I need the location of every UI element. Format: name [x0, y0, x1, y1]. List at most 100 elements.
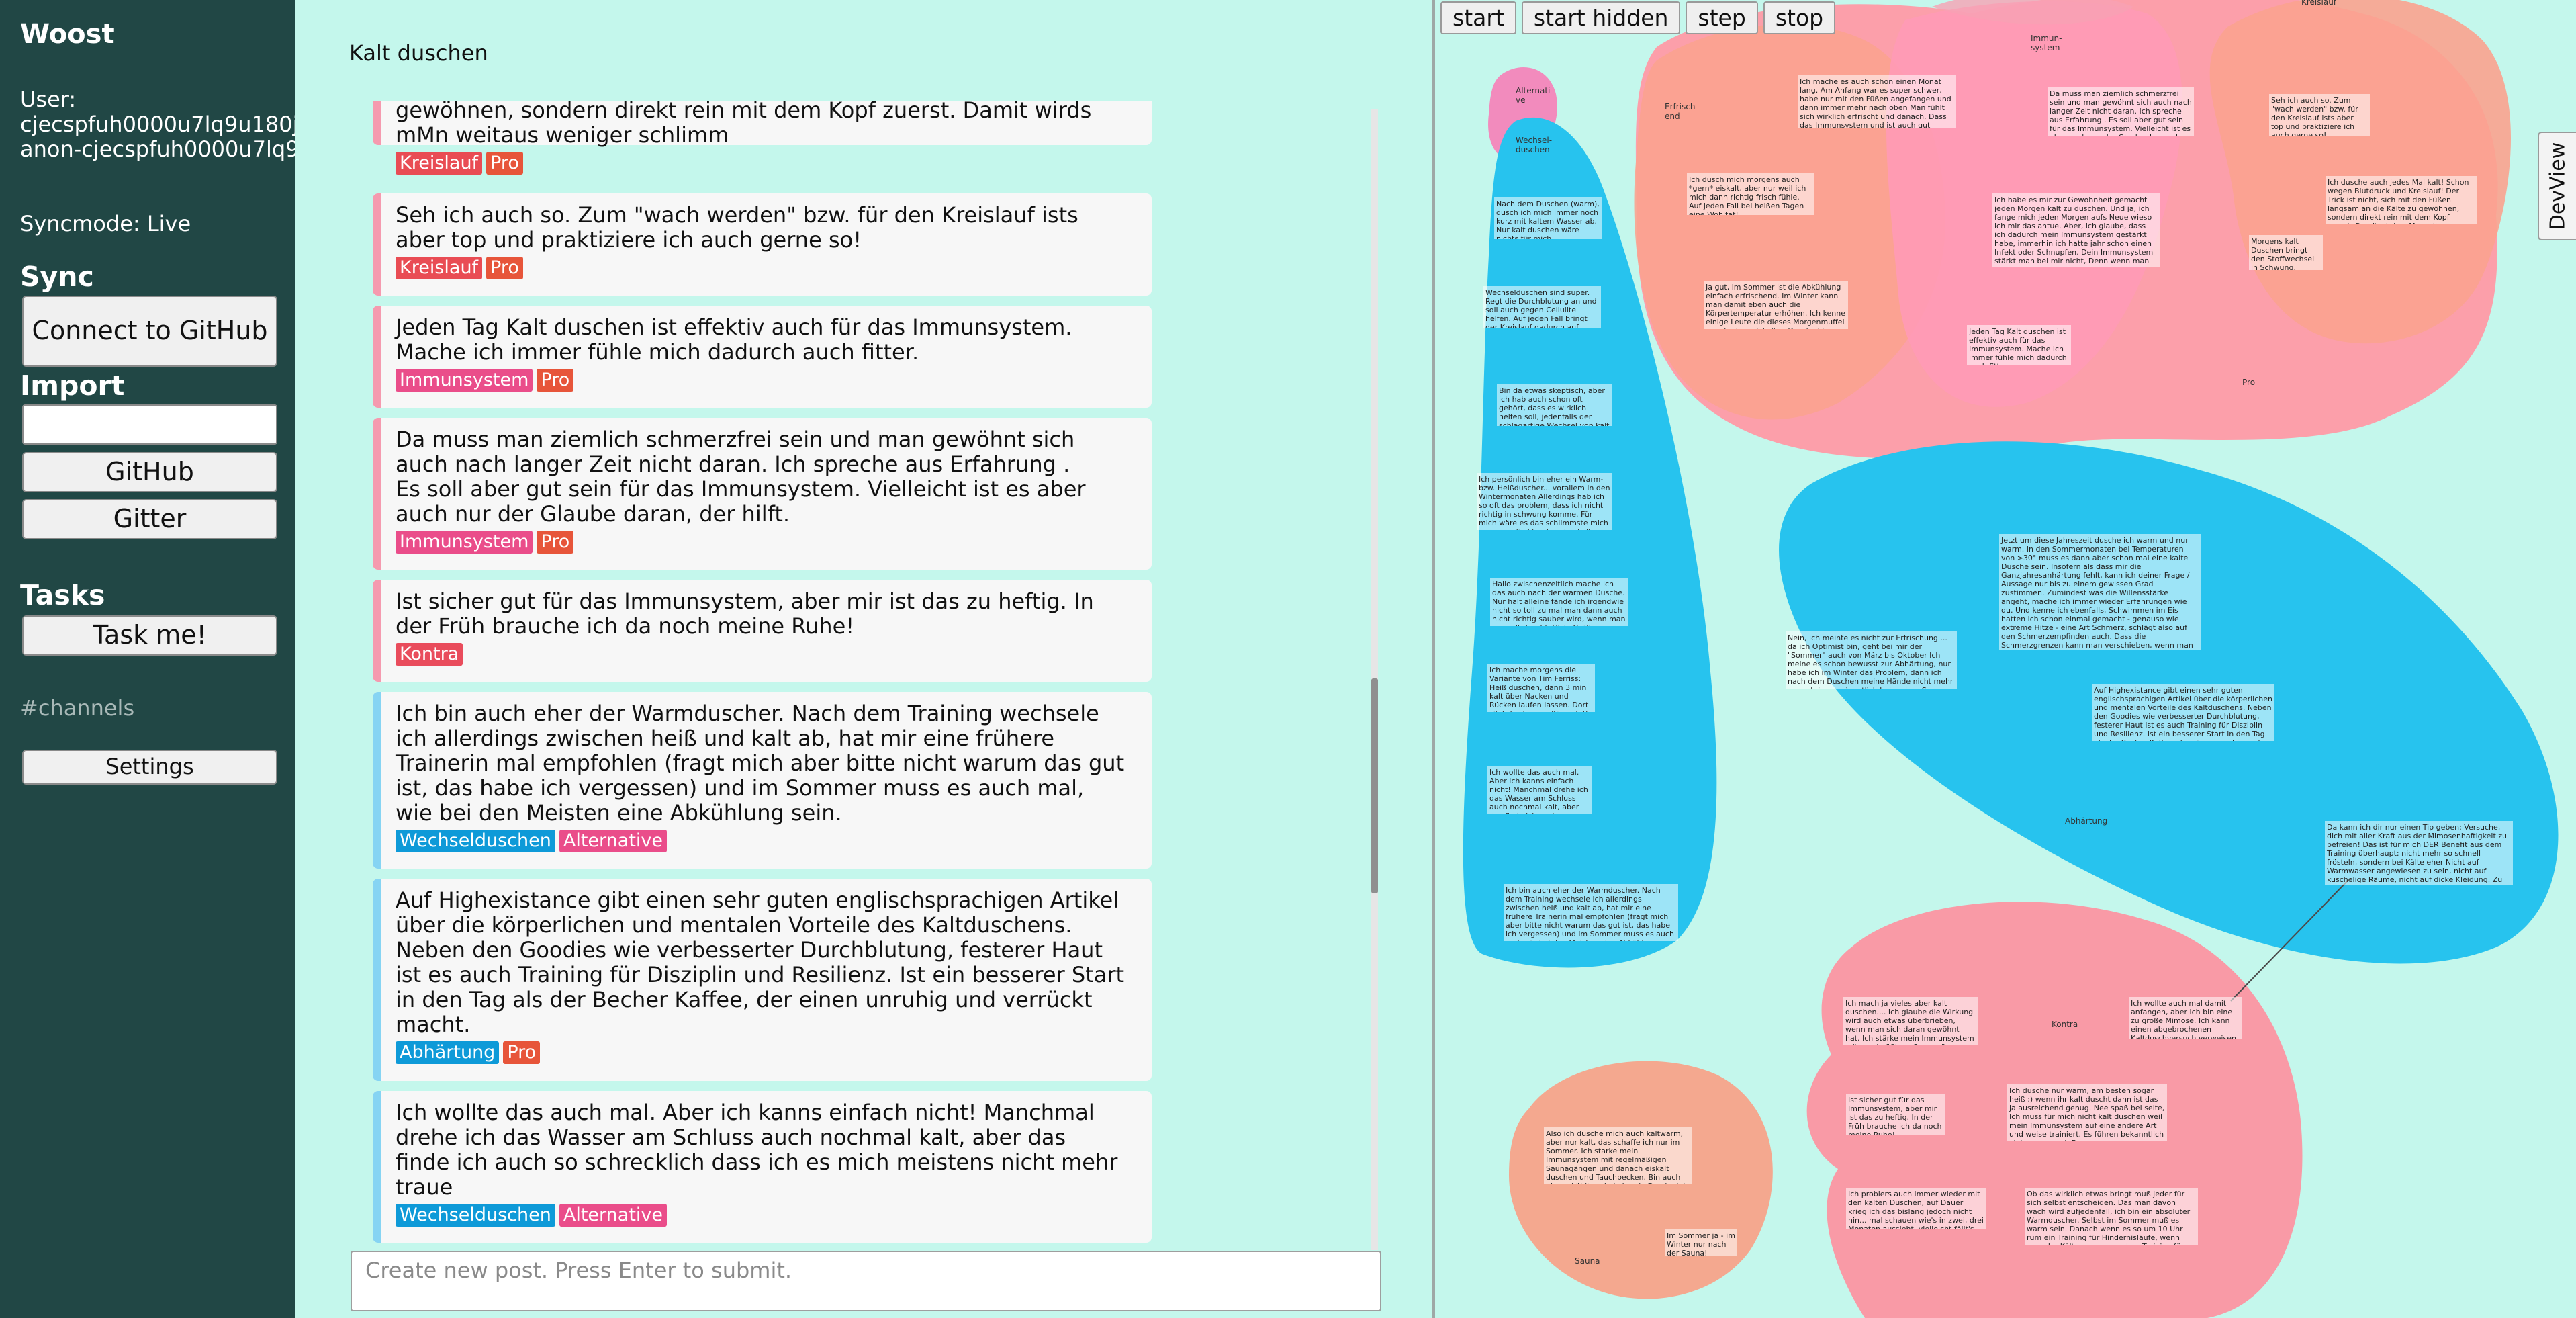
graph-node[interactable]: Ich persönlich bin eher ein Warm- bzw. H…	[1477, 473, 1612, 530]
graph-node[interactable]: Ich dusch mich morgens auch *gern* eiska…	[1687, 173, 1814, 215]
graph-node[interactable]: Ob das wirklich etwas bringt muß jeder f…	[2025, 1188, 2198, 1245]
graph-node[interactable]: Nein, ich meinte es nicht zur Erfrischun…	[1786, 631, 1957, 689]
import-github-button[interactable]: GitHub	[22, 452, 277, 492]
tag-abhaertung[interactable]: Abhärtung	[396, 1041, 500, 1064]
graph-start-hidden-button[interactable]: start hidden	[1521, 1, 1681, 34]
graph-node[interactable]: Hallo zwischenzeitlich mache ich das auc…	[1490, 578, 1628, 626]
graph-node[interactable]: Jetzt um diese Jahreszeit dusche ich war…	[1999, 534, 2201, 650]
cluster-label-sauna: Sauna	[1575, 1256, 1600, 1266]
post-accent-bar	[373, 306, 381, 408]
post-text: Seh ich auch so. Zum "wach werden" bzw. …	[396, 202, 1078, 253]
post-tags: Kreislauf Pro	[396, 257, 1138, 279]
task-me-button[interactable]: Task me!	[22, 615, 277, 656]
tag-wechselduschen[interactable]: Wechselduschen	[396, 830, 555, 852]
post-text: Ich bin auch eher der Warmduscher. Nach …	[396, 701, 1125, 826]
post-text: Da muss man ziemlich schmerzfrei sein un…	[396, 427, 1086, 527]
graph-node[interactable]: Ich mache morgens die Variante von Tim F…	[1487, 664, 1595, 712]
graph-node[interactable]: Seh ich auch so. Zum "wach werden" bzw. …	[2269, 94, 2370, 136]
tag-pro[interactable]: Pro	[537, 369, 574, 392]
tag-wechselduschen[interactable]: Wechselduschen	[396, 1204, 555, 1227]
tag-immunsystem[interactable]: Immunsystem	[396, 369, 533, 392]
graph-node[interactable]: Ja gut, im Sommer ist die Abkühlung einf…	[1704, 281, 1848, 329]
post-text: Jeden Tag Kalt duschen ist effektiv auch…	[396, 314, 1072, 365]
post-card[interactable]: Ich wollte das auch mal. Aber ich kanns …	[373, 1091, 1152, 1243]
graph-step-button[interactable]: step	[1686, 1, 1758, 34]
tag-pro[interactable]: Pro	[486, 152, 523, 175]
post-card[interactable]: Seh ich auch so. Zum "wach werden" bzw. …	[373, 193, 1152, 296]
graph-node[interactable]: Im Sommer ja - im Winter nur nach der Sa…	[1665, 1229, 1737, 1256]
graph-node[interactable]: Ich wollte auch mal damit anfangen, aber…	[2129, 997, 2242, 1039]
post-tags: Abhärtung Pro	[396, 1041, 1138, 1064]
graph-node[interactable]: Morgens kalt Duschen bringt den Stoffwec…	[2249, 235, 2323, 270]
post-text: Ich wollte das auch mal. Aber ich kanns …	[396, 1100, 1118, 1200]
post-card[interactable]: gewöhnen, sondern direkt rein mit dem Ko…	[373, 101, 1152, 175]
graph-node[interactable]: Ich wollte das auch mal. Aber ich kanns …	[1487, 766, 1592, 814]
post-scrollbar-thumb[interactable]	[1371, 678, 1378, 893]
tag-pro[interactable]: Pro	[537, 531, 574, 554]
app-title: Woost	[20, 19, 115, 50]
graph-node[interactable]: Da kann ich dir nur einen Tip geben: Ver…	[2325, 821, 2513, 885]
tag-pro[interactable]: Pro	[503, 1041, 541, 1064]
import-gitter-button[interactable]: Gitter	[22, 499, 277, 539]
user-id: cjecspfuh0000u7lq9u180j	[20, 112, 295, 137]
graph-controls: start start hidden step stop	[1440, 1, 1836, 34]
post-card[interactable]: Jeden Tag Kalt duschen ist effektiv auch…	[373, 306, 1152, 408]
post-accent-bar	[373, 580, 381, 682]
graph-stop-button[interactable]: stop	[1763, 1, 1836, 34]
post-card[interactable]: Auf Highexistance gibt einen sehr guten …	[373, 879, 1152, 1081]
post-accent-bar	[373, 1091, 381, 1243]
tasks-heading: Tasks	[20, 579, 105, 611]
cluster-label-pro: Pro	[2242, 378, 2256, 387]
cluster-label-kontra: Kontra	[2052, 1020, 2078, 1029]
post-tags: Wechselduschen Alternative	[396, 830, 1138, 852]
graph-node[interactable]: Ist sicher gut für das Immunsystem, aber…	[1846, 1094, 1945, 1135]
import-input[interactable]	[22, 404, 277, 445]
cluster-label-abhaertung: Abhärtung	[2065, 816, 2108, 826]
import-heading: Import	[20, 369, 125, 402]
graph-panel[interactable]: Immun- system Kreislauf Erfrisch- end Al…	[1432, 0, 2576, 1318]
graph-node[interactable]: Ich dusche nur warm, am besten sogar hei…	[2007, 1084, 2167, 1141]
tag-kreislauf[interactable]: Kreislauf	[396, 152, 483, 175]
channel-title: Kalt duschen	[349, 40, 488, 66]
graph-node[interactable]: Wechselduschen sind super. Regt die Durc…	[1483, 286, 1601, 328]
graph-node[interactable]: Ich bin auch eher der Warmduscher. Nach …	[1504, 884, 1678, 941]
connect-github-button[interactable]: Connect to GitHub	[22, 296, 277, 367]
tag-pro[interactable]: Pro	[486, 257, 523, 279]
graph-node[interactable]: Ich dusche auch jedes Mal kalt! Schon we…	[2326, 176, 2477, 224]
graph-node[interactable]: Jeden Tag Kalt duschen ist effektiv auch…	[1967, 325, 2071, 365]
tag-immunsystem[interactable]: Immunsystem	[396, 531, 533, 554]
graph-node[interactable]: Ich habe es mir zur Gewohnheit gemacht j…	[1992, 193, 2160, 267]
graph-node[interactable]: Bin da etwas skeptisch, aber ich hab auc…	[1497, 384, 1612, 426]
user-name: anon-cjecspfuh0000u7lq9u180j	[20, 137, 295, 162]
syncmode-status: Syncmode: Live	[20, 212, 191, 236]
post-list: gewöhnen, sondern direkt rein mit dem Ko…	[373, 101, 1152, 1249]
post-card[interactable]: Da muss man ziemlich schmerzfrei sein un…	[373, 418, 1152, 570]
tag-kreislauf[interactable]: Kreislauf	[396, 257, 483, 279]
tag-kontra[interactable]: Kontra	[396, 643, 463, 666]
user-label: User:	[20, 87, 77, 112]
devview-toggle[interactable]: DevView	[2538, 132, 2576, 240]
tag-alternative[interactable]: Alternative	[559, 1204, 668, 1227]
post-accent-bar	[373, 193, 381, 296]
graph-start-button[interactable]: start	[1440, 1, 1516, 34]
post-accent-bar	[373, 879, 381, 1081]
post-card[interactable]: Ist sicher gut für das Immunsystem, aber…	[373, 580, 1152, 682]
settings-button[interactable]: Settings	[22, 750, 277, 785]
graph-node[interactable]: Ich mach ja vieles aber kalt duschen....…	[1843, 997, 1978, 1045]
graph-node[interactable]: Ich mache es auch schon einen Monat lang…	[1798, 75, 1956, 128]
cluster-label-immunsystem: Immun- system	[2031, 34, 2062, 52]
post-tags: Wechselduschen Alternative	[396, 1204, 1138, 1227]
graph-node[interactable]: Ich probiers auch immer wieder mit den k…	[1846, 1188, 1986, 1229]
graph-node[interactable]: Da muss man ziemlich schmerzfrei sein un…	[2048, 87, 2194, 136]
new-post-input[interactable]	[351, 1251, 1381, 1311]
cluster-label-alternative: Alternati- ve	[1516, 86, 1553, 105]
graph-node[interactable]: Nach dem Duschen (warm), dusch ich mich …	[1494, 197, 1602, 239]
channels-link[interactable]: #channels	[20, 695, 134, 721]
graph-node[interactable]: Also ich dusche mich auch kaltwarm, aber…	[1544, 1127, 1692, 1184]
post-text: Ist sicher gut für das Immunsystem, aber…	[396, 588, 1094, 639]
post-card[interactable]: Ich bin auch eher der Warmduscher. Nach …	[373, 692, 1152, 869]
graph-node[interactable]: Auf Highexistance gibt einen sehr guten …	[2092, 684, 2274, 741]
post-tags: Kontra	[396, 643, 1138, 666]
tag-alternative[interactable]: Alternative	[559, 830, 668, 852]
sync-heading: Sync	[20, 261, 94, 293]
